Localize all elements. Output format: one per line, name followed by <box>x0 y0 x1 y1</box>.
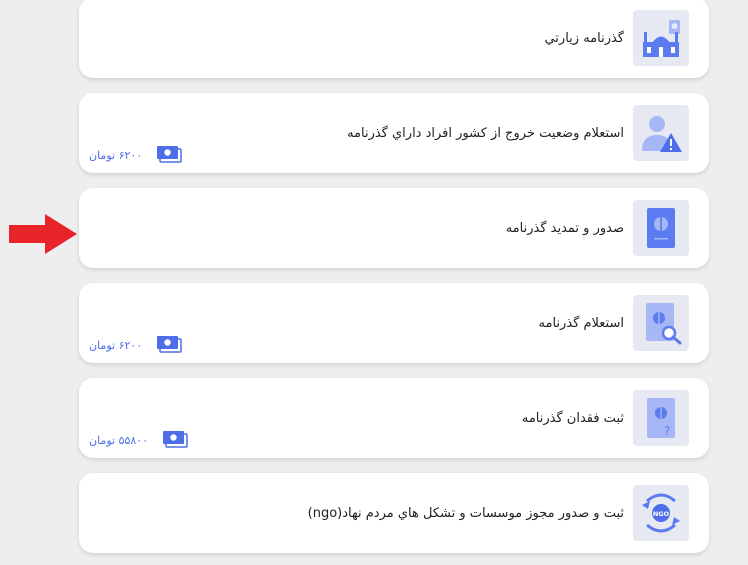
passport-question-icon: ? <box>633 390 689 446</box>
service-card-passport-issue-renew[interactable]: صدور و تمديد گذرنامه <box>79 188 709 268</box>
money-icon <box>162 430 188 451</box>
mosque-passport-icon <box>633 10 689 66</box>
price-text: ۶۲۰۰ تومان <box>89 149 143 162</box>
service-list-page: گذرنامه زيارتي استعلام وضعيت خروج از کشو… <box>0 0 748 565</box>
price-text: ۶۲۰۰ تومان <box>89 339 143 352</box>
price-tag: ۵۵۸۰۰ تومان <box>89 430 188 451</box>
service-title: ثبت و صدور مجوز موسسات و تشکل هاي مردم ن… <box>307 505 624 521</box>
money-icon <box>156 335 182 356</box>
red-arrow-icon <box>7 213 79 259</box>
price-tag: ۶۲۰۰ تومان <box>89 145 182 166</box>
service-title: گذرنامه زيارتي <box>544 30 624 46</box>
passport-search-icon <box>633 295 689 351</box>
ngo-icon: NGO <box>633 485 689 541</box>
service-card-passport-inquiry[interactable]: استعلام گذرنامه ۶۲۰۰ تومان <box>79 283 709 363</box>
user-warning-icon <box>633 105 689 161</box>
service-card-exit-status-inquiry[interactable]: استعلام وضعيت خروج از کشور افراد داراي گ… <box>79 93 709 173</box>
service-card-pilgrimage-passport[interactable]: گذرنامه زيارتي <box>79 0 709 78</box>
price-tag: ۶۲۰۰ تومان <box>89 335 182 356</box>
service-card-passport-loss[interactable]: ? ثبت فقدان گذرنامه ۵۵۸۰۰ تومان <box>79 378 709 458</box>
service-title: استعلام وضعيت خروج از کشور افراد داراي گ… <box>347 125 624 141</box>
passport-icon <box>633 200 689 256</box>
price-text: ۵۵۸۰۰ تومان <box>89 434 149 447</box>
svg-text:?: ? <box>664 424 670 438</box>
service-title: صدور و تمديد گذرنامه <box>505 220 624 236</box>
service-title: ثبت فقدان گذرنامه <box>521 410 624 426</box>
service-title: استعلام گذرنامه <box>538 315 624 331</box>
svg-text:NGO: NGO <box>653 510 670 518</box>
service-card-ngo-permit[interactable]: NGO ثبت و صدور مجوز موسسات و تشکل هاي مر… <box>79 473 709 553</box>
money-icon <box>156 145 182 166</box>
